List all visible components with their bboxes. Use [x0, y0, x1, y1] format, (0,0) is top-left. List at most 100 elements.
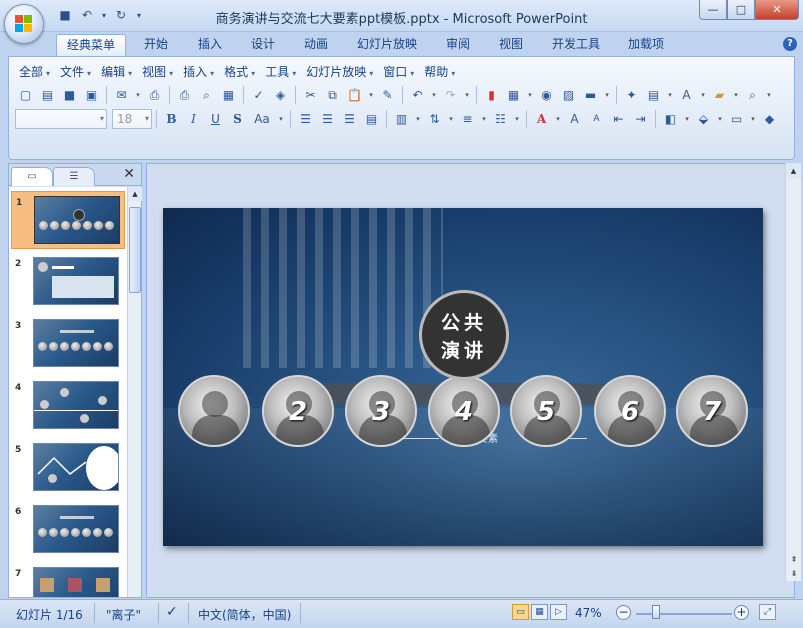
- tab-outline[interactable]: ☰: [53, 167, 95, 186]
- shrink-font-icon[interactable]: A: [586, 109, 607, 129]
- normal-view-button[interactable]: ▭: [512, 604, 529, 620]
- thumbnail-scrollbar[interactable]: ▲: [127, 187, 142, 597]
- scroll-up-icon[interactable]: ▲: [128, 187, 142, 201]
- menu-tools[interactable]: 工具 ▾: [263, 63, 304, 80]
- fill-icon[interactable]: ◆: [759, 109, 780, 129]
- zoom-slider-track[interactable]: [636, 613, 732, 615]
- slide-layout-icon[interactable]: ▤: [643, 85, 664, 105]
- chevron-down-icon[interactable]: ▾: [429, 85, 439, 105]
- new-icon[interactable]: ▢: [15, 85, 36, 105]
- text-direction-icon[interactable]: ⇅: [424, 109, 445, 129]
- chevron-down-icon[interactable]: ▾: [602, 85, 612, 105]
- arrange-icon[interactable]: ⬙: [693, 109, 714, 129]
- thesaurus-icon[interactable]: ◈: [270, 85, 291, 105]
- search-icon[interactable]: ⌕: [742, 85, 763, 105]
- chevron-down-icon[interactable]: ▾: [682, 109, 692, 129]
- columns-icon[interactable]: ▥: [391, 109, 412, 129]
- tab-addins[interactable]: 加载项: [618, 34, 674, 56]
- change-case-button[interactable]: Aa: [249, 109, 275, 129]
- chevron-down-icon[interactable]: ▾: [133, 85, 143, 105]
- tab-slideshow[interactable]: 幻灯片放映: [347, 34, 427, 56]
- scroll-thumb[interactable]: [129, 207, 141, 293]
- current-slide[interactable]: 演讲要素 要素 2 3 4 5 6 7 公共 演讲: [163, 208, 763, 546]
- chevron-down-icon[interactable]: ▾: [764, 85, 774, 105]
- chevron-down-icon[interactable]: ▾: [512, 109, 522, 129]
- menu-all[interactable]: 全部 ▾: [17, 63, 58, 80]
- scroll-up-icon[interactable]: ▲: [786, 163, 801, 179]
- quick-styles-icon[interactable]: ▭: [726, 109, 747, 129]
- chevron-down-icon[interactable]: ▾: [748, 109, 758, 129]
- email-icon[interactable]: ✉: [111, 85, 132, 105]
- redo-icon[interactable]: ↷: [440, 85, 461, 105]
- permission-icon[interactable]: ▣: [81, 85, 102, 105]
- zoom-slider-thumb[interactable]: [652, 605, 660, 619]
- copy-icon[interactable]: ⧉: [322, 85, 343, 105]
- align-left-icon[interactable]: ☰: [295, 109, 316, 129]
- slide-thumbnail-6[interactable]: 6: [11, 501, 125, 559]
- tab-review[interactable]: 审阅: [436, 34, 480, 56]
- chevron-down-icon[interactable]: ▾: [446, 109, 456, 129]
- slide-scrollbar[interactable]: ▲ ⇞ ⇟: [785, 163, 801, 581]
- chevron-down-icon[interactable]: ▾: [276, 109, 286, 129]
- pdf-icon[interactable]: ⎙: [144, 85, 165, 105]
- slide-thumbnail-4[interactable]: 4: [11, 377, 125, 435]
- slide-thumbnail-1[interactable]: 1: [11, 191, 125, 249]
- close-icon[interactable]: ✕: [123, 166, 135, 182]
- font-size-dropdown[interactable]: 18 ▾: [112, 109, 152, 129]
- slide-thumbnail-3[interactable]: 3: [11, 315, 125, 373]
- menu-window[interactable]: 窗口 ▾: [381, 63, 422, 80]
- folder-icon[interactable]: ▰: [709, 85, 730, 105]
- menu-help[interactable]: 帮助 ▾: [422, 63, 463, 80]
- increase-indent-icon[interactable]: ⇥: [630, 109, 651, 129]
- spelling-icon[interactable]: ✓: [248, 85, 269, 105]
- undo-icon[interactable]: ↶: [407, 85, 428, 105]
- cut-icon[interactable]: ✂: [300, 85, 321, 105]
- print-preview-icon[interactable]: ⌕: [196, 85, 217, 105]
- tab-design[interactable]: 设计: [241, 34, 285, 56]
- chevron-down-icon[interactable]: ▾: [462, 85, 472, 105]
- office-button[interactable]: [4, 4, 44, 44]
- format-painter-icon[interactable]: ✎: [377, 85, 398, 105]
- menu-slideshow[interactable]: 幻灯片放映 ▾: [304, 63, 381, 80]
- textbox-icon[interactable]: A: [676, 85, 697, 105]
- chevron-down-icon[interactable]: ▾: [525, 85, 535, 105]
- chevron-down-icon[interactable]: ▾: [665, 85, 675, 105]
- zoom-in-button[interactable]: +: [734, 605, 749, 620]
- slideshow-view-button[interactable]: ▷: [550, 604, 567, 620]
- paste-icon[interactable]: 📋: [344, 85, 365, 105]
- menu-edit[interactable]: 编辑 ▾: [99, 63, 140, 80]
- chevron-down-icon[interactable]: ▾: [479, 109, 489, 129]
- font-color-icon[interactable]: A: [531, 109, 552, 129]
- language-indicator[interactable]: 中文(简体，中国): [198, 606, 291, 623]
- bold-button[interactable]: B: [161, 109, 182, 129]
- spellcheck-icon[interactable]: ✓: [166, 604, 178, 620]
- slide-thumbnail-7[interactable]: 7: [11, 563, 125, 597]
- minimize-button[interactable]: —: [699, 0, 727, 20]
- tab-developer[interactable]: 开发工具: [542, 34, 610, 56]
- tab-classic-menu[interactable]: 经典菜单: [56, 34, 127, 56]
- font-name-dropdown[interactable]: ▾: [15, 109, 107, 129]
- chevron-down-icon[interactable]: ▾: [553, 109, 563, 129]
- research-icon[interactable]: ▦: [218, 85, 239, 105]
- tab-home[interactable]: 开始: [134, 34, 178, 56]
- zoom-level[interactable]: 47%: [575, 606, 602, 620]
- zoom-out-button[interactable]: −: [616, 605, 631, 620]
- help-icon[interactable]: ?: [783, 37, 797, 51]
- tab-insert[interactable]: 插入: [188, 34, 232, 56]
- italic-button[interactable]: I: [183, 109, 204, 129]
- open-icon[interactable]: ▤: [37, 85, 58, 105]
- underline-button[interactable]: U: [205, 109, 226, 129]
- decrease-indent-icon[interactable]: ⇤: [608, 109, 629, 129]
- clipart-icon[interactable]: ◉: [536, 85, 557, 105]
- table-icon[interactable]: ▦: [503, 85, 524, 105]
- slide-thumbnail-2[interactable]: 2: [11, 253, 125, 311]
- menu-insert[interactable]: 插入 ▾: [181, 63, 222, 80]
- bullets-icon[interactable]: ☷: [490, 109, 511, 129]
- grow-font-icon[interactable]: A: [564, 109, 585, 129]
- chevron-down-icon[interactable]: ▾: [731, 85, 741, 105]
- close-button[interactable]: ✕: [755, 0, 799, 20]
- previous-slide-icon[interactable]: ⇞: [786, 553, 802, 567]
- fit-to-window-button[interactable]: ⤢: [759, 604, 776, 620]
- menu-format[interactable]: 格式 ▾: [222, 63, 263, 80]
- tab-animations[interactable]: 动画: [294, 34, 338, 56]
